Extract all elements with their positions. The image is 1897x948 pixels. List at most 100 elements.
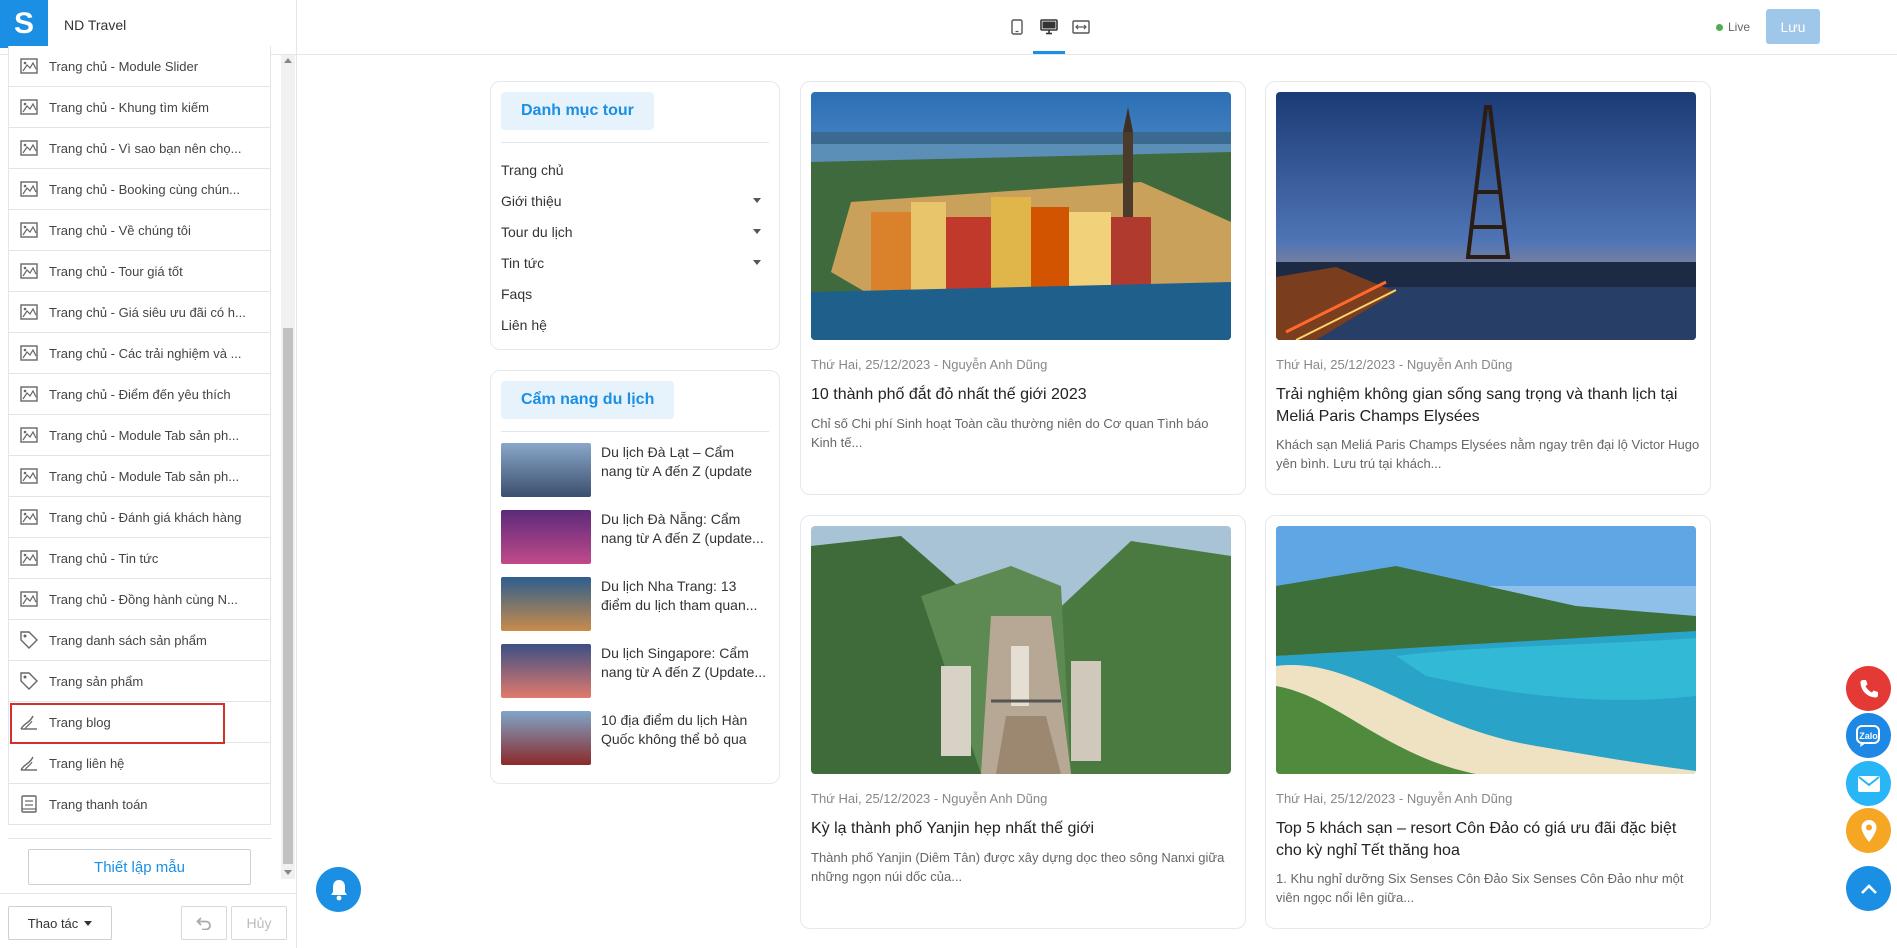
actions-label: Thao tác	[27, 915, 79, 931]
sidebar-item-label: Trang chủ - Tour giá tốt	[49, 263, 183, 279]
travel-guide-item[interactable]: 10 địa điểm du lịch Hàn Quốc không thể b…	[501, 711, 769, 767]
sidebar-item[interactable]: Trang chủ - Booking cùng chún...	[8, 169, 271, 210]
sidebar-item[interactable]: Trang chủ - Module Tab sản ph...	[8, 415, 271, 456]
post-title[interactable]: Trải nghiệm không gian sống sang trọng v…	[1276, 384, 1700, 428]
sidebar-item-label: Trang chủ - Các trải nghiệm và ...	[49, 345, 242, 361]
payment-icon	[17, 792, 41, 816]
setup-template-button[interactable]: Thiết lập mẫu	[28, 849, 251, 885]
travel-guide-item-title[interactable]: Du lịch Đà Nẵng: Cẩm nang từ A đến Z (up…	[601, 510, 769, 548]
travel-guide-item-title[interactable]: 10 địa điểm du lịch Hàn Quốc không thể b…	[601, 711, 769, 749]
travel-guide-item-title[interactable]: Du lịch Nha Trang: 13 điểm du lịch tham …	[601, 577, 769, 615]
zalo-contact-button[interactable]: Zalo	[1846, 713, 1891, 758]
post-title[interactable]: 10 thành phố đắt đỏ nhất thế giới 2023	[811, 384, 1235, 406]
image-icon	[17, 95, 41, 119]
blog-post-card[interactable]: Thứ Hai, 25/12/2023 - Nguyễn Anh Dũng 10…	[800, 81, 1246, 495]
sidebar-item[interactable]: Trang chủ - Tin tức	[8, 538, 271, 579]
sidebar-item[interactable]: Trang danh sách sản phẩm	[8, 620, 271, 661]
mail-icon	[1857, 775, 1880, 792]
image-icon	[17, 259, 41, 283]
sidebar-item[interactable]: Trang liên hệ	[8, 743, 271, 784]
actions-dropdown[interactable]: Thao tác	[8, 906, 112, 940]
mobile-view-button[interactable]	[1005, 10, 1029, 44]
sidebar-item[interactable]: Trang chủ - Điểm đến yêu thích	[8, 374, 271, 415]
sidebar-item[interactable]: Trang chủ - Về chúng tôi	[8, 210, 271, 251]
live-status[interactable]: Live	[1716, 20, 1750, 34]
caret-down-icon[interactable]	[753, 260, 761, 265]
sidebar-item[interactable]: Trang sản phẩm	[8, 661, 271, 702]
travel-guide-thumbnail[interactable]	[501, 443, 591, 497]
cancel-button[interactable]: Hủy	[231, 906, 287, 940]
scroll-down-arrow-icon[interactable]	[284, 870, 292, 875]
email-contact-button[interactable]	[1846, 761, 1891, 806]
travel-guide-item-title[interactable]: Du lịch Singapore: Cẩm nang từ A đến Z (…	[601, 644, 769, 682]
undo-button[interactable]	[181, 906, 227, 940]
tour-menu-item[interactable]: Giới thiệu	[501, 185, 761, 216]
phone-contact-button[interactable]	[1846, 666, 1891, 711]
travel-guide-item[interactable]: Du lịch Đà Nẵng: Cẩm nang từ A đến Z (up…	[501, 510, 769, 566]
post-title[interactable]: Top 5 khách sạn – resort Côn Đảo có giá …	[1276, 818, 1700, 862]
caret-down-icon	[84, 920, 93, 926]
image-icon	[17, 54, 41, 78]
yanjin-city-image	[811, 526, 1231, 774]
expand-width-icon	[1072, 20, 1090, 34]
travel-guide-item-title[interactable]: Du lịch Đà Lạt – Cẩm nang từ A đến Z (up…	[601, 443, 769, 481]
tour-menu-item-label: Liên hệ	[501, 316, 547, 333]
blog-icon	[17, 710, 41, 734]
tour-menu-item[interactable]: Tin tức	[501, 247, 761, 278]
post-excerpt: Khách sạn Meliá Paris Champs Elysées nằm…	[1276, 437, 1700, 471]
scroll-up-arrow-icon[interactable]	[284, 58, 292, 63]
travel-guide-item[interactable]: Du lịch Singapore: Cẩm nang từ A đến Z (…	[501, 644, 769, 700]
tag-icon	[17, 628, 41, 652]
sidebar-item[interactable]: Trang thanh toán	[8, 784, 271, 825]
travel-guide-thumbnail[interactable]	[501, 510, 591, 564]
full-width-view-button[interactable]	[1069, 10, 1093, 44]
post-meta: Thứ Hai, 25/12/2023 - Nguyễn Anh Dũng	[811, 791, 1048, 806]
tour-category-widget: Danh mục tour Trang chủ Giới thiệu Tour du…	[490, 81, 780, 350]
image-icon	[17, 587, 41, 611]
tour-menu-item[interactable]: Liên hệ	[501, 309, 761, 340]
blog-post-card[interactable]: Thứ Hai, 25/12/2023 - Nguyễn Anh Dũng To…	[1265, 515, 1711, 929]
post-image[interactable]	[1276, 526, 1696, 774]
post-image[interactable]	[811, 92, 1231, 340]
sidebar-item[interactable]: Trang chủ - Đánh giá khách hàng	[8, 497, 271, 538]
tour-menu-item-label: Faqs	[501, 285, 533, 302]
notification-button[interactable]	[316, 867, 361, 912]
post-image[interactable]	[811, 526, 1231, 774]
sidebar-scroll-thumb[interactable]	[283, 328, 293, 864]
blog-post-card[interactable]: Thứ Hai, 25/12/2023 - Nguyễn Anh Dũng Tr…	[1265, 81, 1711, 495]
tour-menu-item[interactable]: Tour du lịch	[501, 216, 761, 247]
map-contact-button[interactable]	[1846, 808, 1891, 853]
desktop-view-button[interactable]	[1033, 10, 1065, 54]
sidebar-item[interactable]: Trang chủ - Giá siêu ưu đãi có h...	[8, 292, 271, 333]
live-label: Live	[1728, 20, 1751, 34]
tour-menu-item[interactable]: Trang chủ	[501, 154, 761, 185]
sidebar-item[interactable]: Trang blog	[8, 702, 271, 744]
sidebar-item[interactable]: Trang chủ - Khung tìm kiếm	[8, 87, 271, 128]
post-meta: Thứ Hai, 25/12/2023 - Nguyễn Anh Dũng	[1276, 791, 1513, 806]
sidebar-item[interactable]: Trang chủ - Tour giá tốt	[8, 251, 271, 292]
travel-guide-thumbnail[interactable]	[501, 711, 591, 765]
post-image[interactable]	[1276, 92, 1696, 340]
travel-guide-thumbnail[interactable]	[501, 644, 591, 698]
caret-down-icon[interactable]	[753, 198, 761, 203]
travel-guide-item[interactable]: Du lịch Nha Trang: 13 điểm du lịch tham …	[501, 577, 769, 633]
sidebar-item-label: Trang chủ - Vì sao bạn nên chọ...	[49, 140, 242, 156]
save-button[interactable]: Lưu	[1766, 9, 1820, 44]
sidebar-item[interactable]: Trang chủ - Các trải nghiệm và ...	[8, 333, 271, 374]
travel-guide-widget: Cẩm nang du lịch Du lịch Đà Lạt – Cẩm na…	[490, 370, 780, 784]
post-title[interactable]: Kỳ lạ thành phố Yanjin hẹp nhất thế giới	[811, 818, 1235, 840]
travel-guide-item[interactable]: Du lịch Đà Lạt – Cẩm nang từ A đến Z (up…	[501, 443, 769, 499]
travel-guide-thumbnail[interactable]	[501, 577, 591, 631]
caret-down-icon[interactable]	[753, 229, 761, 234]
page-template-list: Trang chủ - Module Slider Trang chủ - Khu…	[8, 46, 271, 825]
sidebar-item[interactable]: Trang chủ - Module Slider	[8, 46, 271, 87]
sidebar-item[interactable]: Trang chủ - Vì sao bạn nên chọ...	[8, 128, 271, 169]
tour-menu-item[interactable]: Faqs	[501, 278, 761, 309]
sidebar-item-label: Trang chủ - Booking cùng chún...	[49, 181, 241, 197]
sidebar-item[interactable]: Trang chủ - Đồng hành cùng N...	[8, 579, 271, 620]
blog-post-card[interactable]: Thứ Hai, 25/12/2023 - Nguyễn Anh Dũng Kỳ…	[800, 515, 1246, 929]
back-to-top-button[interactable]	[1846, 866, 1891, 911]
app-logo[interactable]: S	[0, 0, 48, 48]
post-excerpt: 1. Khu nghỉ dưỡng Six Senses Côn Đảo Six…	[1276, 871, 1684, 905]
sidebar-item[interactable]: Trang chủ - Module Tab sản ph...	[8, 456, 271, 497]
